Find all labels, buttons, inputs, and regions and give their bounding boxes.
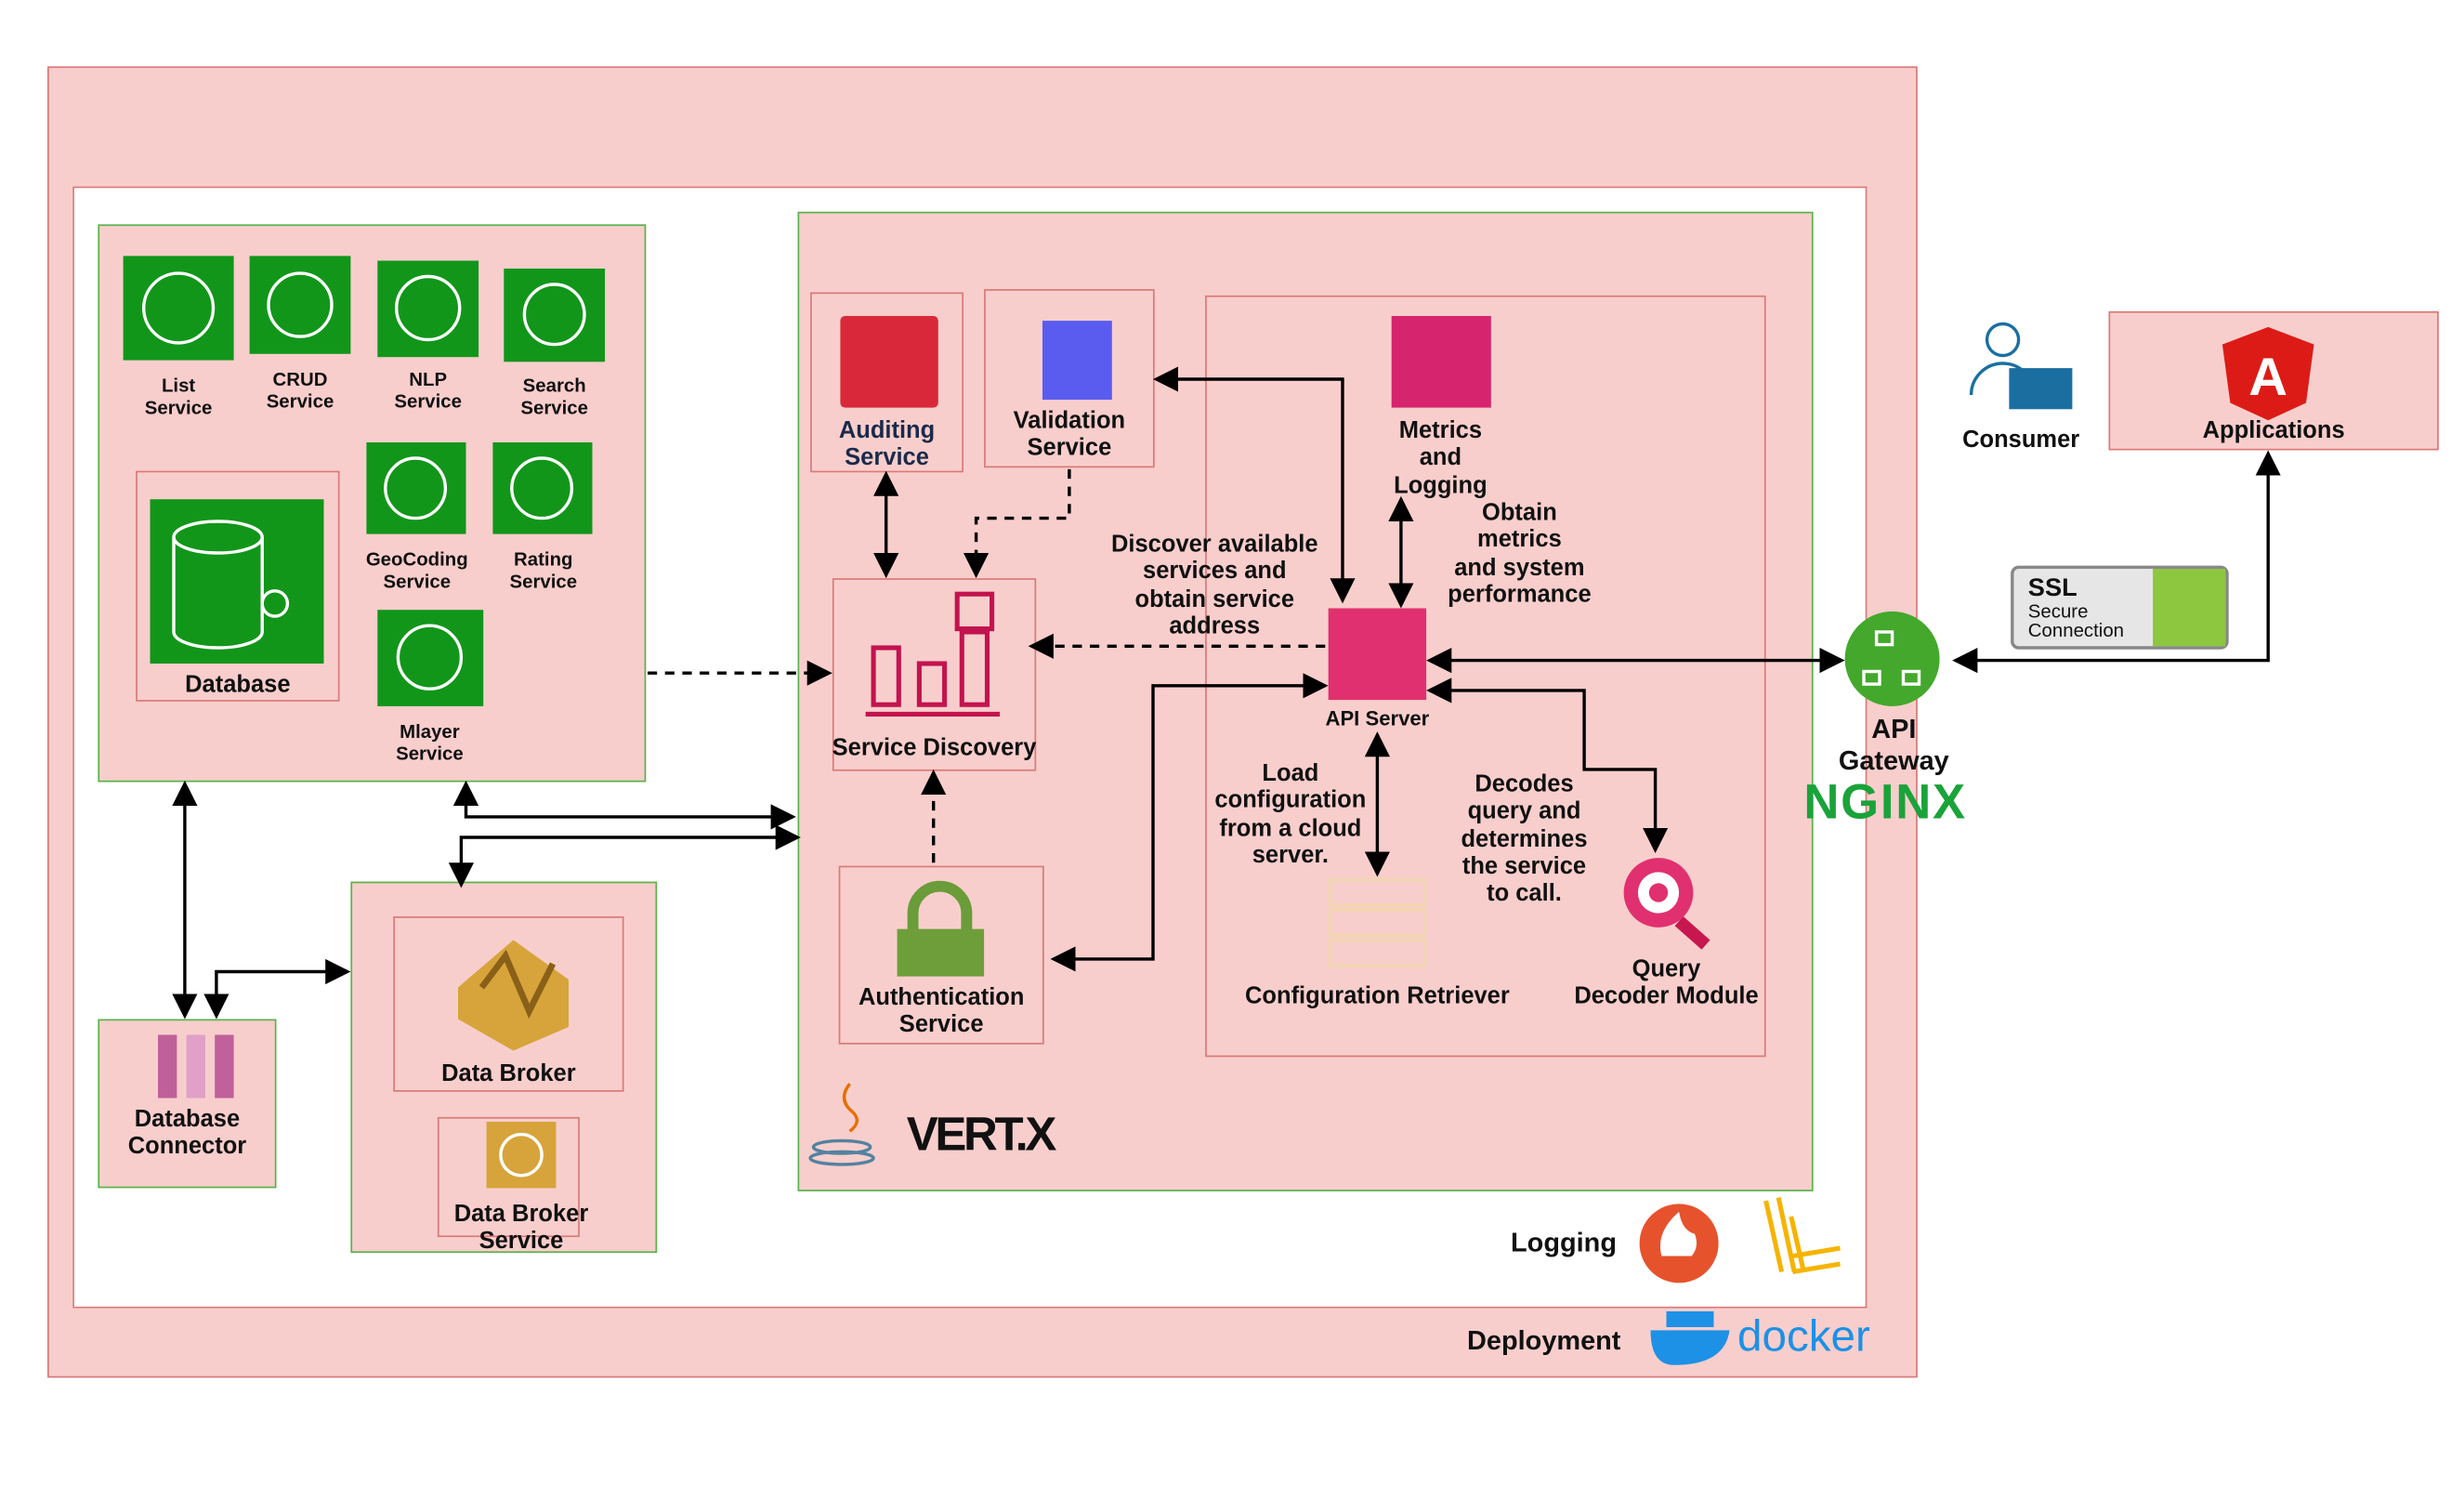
svg-text:A: A xyxy=(2248,348,2287,407)
data-broker-icon xyxy=(458,940,569,1051)
service-discovery-icon xyxy=(865,591,1001,717)
api-gateway-icon xyxy=(1844,611,1940,706)
prometheus-icon xyxy=(1639,1204,1719,1283)
config-retriever-icon xyxy=(1328,878,1427,967)
connectors xyxy=(172,366,2281,1020)
database-connector-icon xyxy=(158,1034,234,1099)
diagram-graphics: A xyxy=(142,271,2314,1365)
query-decoder-icon xyxy=(1623,858,1710,950)
java-icon xyxy=(808,1083,875,1166)
consumer-icon xyxy=(1969,322,2073,410)
lock-icon xyxy=(897,880,985,977)
docker-whale-icon xyxy=(1650,1311,1730,1365)
grafana-icon xyxy=(1763,1197,1841,1275)
database-glyph xyxy=(172,520,290,650)
angular-icon: A xyxy=(2222,326,2314,421)
